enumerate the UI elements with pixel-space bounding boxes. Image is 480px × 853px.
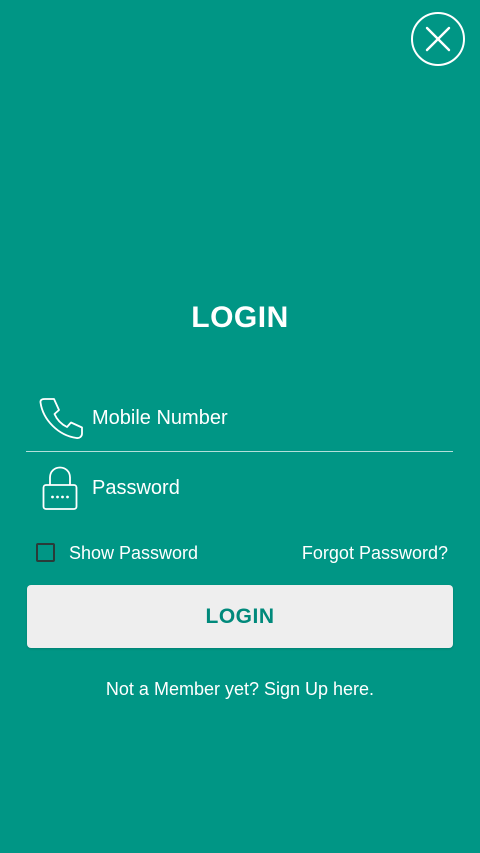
phone-icon bbox=[39, 398, 83, 439]
show-password-label[interactable]: Show Password bbox=[69, 543, 198, 564]
close-icon bbox=[425, 26, 451, 52]
forgot-password-link[interactable]: Forgot Password? bbox=[302, 543, 448, 564]
mobile-number-input[interactable] bbox=[92, 385, 442, 451]
mobile-number-field[interactable] bbox=[26, 385, 453, 452]
signup-link[interactable]: Not a Member yet? Sign Up here. bbox=[0, 679, 480, 700]
password-field[interactable] bbox=[26, 455, 453, 521]
login-button[interactable]: LOGIN bbox=[27, 585, 453, 648]
password-input[interactable] bbox=[92, 455, 442, 521]
lock-icon bbox=[42, 466, 78, 510]
show-password-checkbox[interactable] bbox=[36, 543, 55, 562]
password-options: Show Password Forgot Password? bbox=[36, 540, 448, 568]
close-button[interactable] bbox=[411, 12, 465, 66]
page-title: LOGIN bbox=[191, 301, 289, 334]
